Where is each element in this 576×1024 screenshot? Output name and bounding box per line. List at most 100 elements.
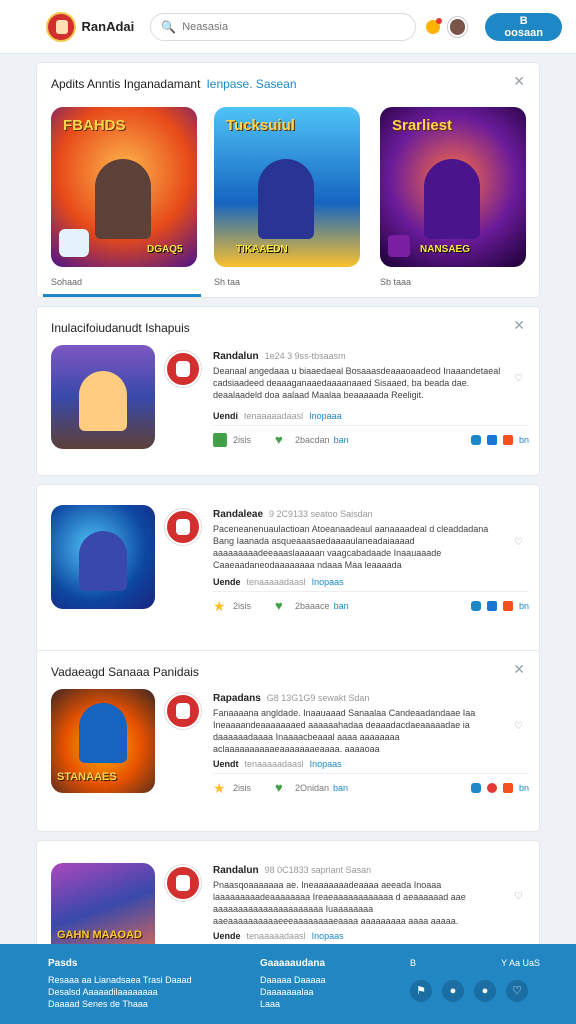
- close-icon[interactable]: ✕: [513, 317, 525, 334]
- shield-icon[interactable]: [470, 783, 481, 793]
- footer-link[interactable]: Laaa: [260, 998, 326, 1010]
- post-tags: Uende tenaaaaadaasl Inopaas: [213, 931, 344, 941]
- close-icon[interactable]: ✕: [513, 661, 525, 678]
- post-body: Paceneanenuaulactioan Atoeanaadeaul aana…: [213, 524, 489, 570]
- post-timestamp: 1e24 3 9ss-tbsaasm: [264, 351, 346, 361]
- thumbnail-title: STANAAES: [57, 771, 117, 783]
- star-icon: ★: [213, 780, 226, 796]
- author-avatar[interactable]: [165, 351, 201, 387]
- star-action[interactable]: ★ 2isis: [213, 781, 251, 795]
- thumbs-up-icon[interactable]: [486, 435, 497, 445]
- chat-icon[interactable]: ●: [474, 980, 496, 1002]
- star-action[interactable]: ★ 2isis: [213, 599, 251, 613]
- post-tags: Uendt tenaaaaadaasl Inopaas: [213, 759, 342, 769]
- post-thumbnail[interactable]: [51, 505, 155, 609]
- heart-icon[interactable]: ♡: [514, 891, 523, 902]
- brand-name[interactable]: RanAdai: [82, 19, 135, 34]
- tags-text: tenaaaaadaasl: [246, 931, 306, 941]
- like-action[interactable]: ♥ 2Onidan ban: [275, 781, 348, 795]
- author-name[interactable]: Rapadans: [213, 693, 261, 704]
- post-meta: Randalun 1e24 3 9ss-tbsaasm: [213, 351, 346, 362]
- author-name[interactable]: Randaleae: [213, 509, 263, 520]
- like-link[interactable]: ban: [333, 783, 348, 793]
- post-thumbnail[interactable]: STANAAES: [51, 689, 155, 793]
- tile-caption: Sb taaa: [380, 277, 412, 287]
- post-body: Fanaaaana angldade. Inaauaaad Sanaalaa C…: [213, 708, 476, 754]
- fire-icon[interactable]: [502, 601, 513, 611]
- footer-social-label: Y Aa UaS: [501, 958, 540, 968]
- heart-icon[interactable]: ♡: [514, 537, 523, 548]
- featured-tile[interactable]: FBAHDS DGAQ5: [51, 107, 197, 267]
- tags-label: Uendt: [213, 759, 239, 769]
- post-meta: Randaleae 9 2C9133 seatoo Saisdan: [213, 509, 373, 520]
- character-art: [79, 703, 127, 763]
- flag-icon[interactable]: ⚑: [410, 980, 432, 1002]
- reaction-group: bn: [465, 783, 529, 793]
- featured-tile[interactable]: Srarliest NANSAEG: [380, 107, 526, 267]
- footer-link[interactable]: Desalsd Aaaaadilaaaaaaaa: [48, 986, 192, 998]
- play-icon: [59, 229, 89, 257]
- like-action[interactable]: ♥ 2baaace ban: [275, 599, 349, 613]
- tile-subtitle: NANSAEG: [420, 244, 471, 255]
- author-name[interactable]: Randalun: [213, 351, 259, 362]
- author-avatar[interactable]: [165, 865, 201, 901]
- search-box[interactable]: 🔍: [150, 12, 416, 41]
- search-input[interactable]: [182, 20, 403, 33]
- like-link[interactable]: ban: [334, 435, 349, 445]
- heart-icon[interactable]: ♡: [506, 980, 528, 1002]
- post-meta: Randalun 98 0C1833 sapriant Sasan: [213, 865, 371, 876]
- close-icon[interactable]: ✕: [513, 73, 525, 90]
- brand-logo[interactable]: [46, 11, 76, 42]
- like-link[interactable]: ban: [334, 601, 349, 611]
- footer-link[interactable]: Daaaaa Daaaaa: [260, 974, 326, 986]
- post-actions: ★ 2isis ♥ 2Onidan ban bn: [213, 781, 529, 796]
- author-name[interactable]: Randalun: [213, 865, 259, 876]
- shield-icon[interactable]: [470, 601, 481, 611]
- tags-link[interactable]: Inopaas: [310, 759, 342, 769]
- star-count: 2isis: [233, 783, 252, 793]
- divider: [213, 425, 529, 426]
- tags-label: Uendi: [213, 411, 239, 421]
- post-actions: 2isis ♥ 2bacdan ban bn: [213, 433, 529, 447]
- shield-icon[interactable]: [470, 435, 481, 445]
- thumbs-up-icon[interactable]: [486, 601, 497, 611]
- user-avatar[interactable]: [447, 16, 468, 37]
- badge-icon: [388, 235, 410, 257]
- fire-icon[interactable]: [502, 783, 513, 793]
- featured-title-accent[interactable]: Ienpase. Sasean: [206, 77, 296, 91]
- heart-icon[interactable]: ♡: [514, 721, 523, 732]
- author-avatar[interactable]: [165, 693, 201, 729]
- footer-column: Pasds Resaaa aa Lianadsaea Trasi Daaad D…: [48, 958, 192, 1010]
- heart-icon: ♥: [275, 432, 283, 447]
- post-thumbnail[interactable]: [51, 345, 155, 449]
- compass-icon[interactable]: ●: [442, 980, 464, 1002]
- tile-caption: Sohaad: [51, 277, 83, 287]
- featured-title-text: Apdits Anntis Inganadamant: [51, 77, 201, 91]
- share-action[interactable]: 2isis: [213, 433, 251, 447]
- footer-link[interactable]: Daaaad Senes de Thaaa: [48, 998, 192, 1010]
- featured-tile[interactable]: Tucksuiul TIKAAEDN: [214, 107, 360, 267]
- footer-heading: Gaaaaaudana: [260, 958, 326, 969]
- footer-link[interactable]: Daaaaaaalaa: [260, 986, 326, 998]
- tags-link[interactable]: Inopaas: [312, 931, 344, 941]
- fire-icon[interactable]: [502, 435, 513, 445]
- header-cta-button[interactable]: B oosaan: [485, 12, 562, 41]
- heart-icon[interactable]: ♡: [514, 373, 523, 384]
- notification-icon[interactable]: [425, 17, 442, 34]
- post-tags: Uende tenaaaaadaasl Inopaas: [213, 577, 344, 587]
- tags-link[interactable]: Inopaaa: [309, 411, 342, 421]
- post-tags: Uendi tenaaaaadaasl Inopaaa: [213, 411, 342, 421]
- reaction-count: bn: [518, 783, 529, 793]
- post-card: GAHN MAAOAD Randalun 98 0C1833 sapriant S…: [36, 840, 540, 967]
- like-count: 2baaace: [295, 601, 330, 611]
- heart-icon[interactable]: [486, 783, 497, 793]
- post-actions: ★ 2isis ♥ 2baaace ban bn: [213, 599, 529, 614]
- reaction-group: bn: [465, 601, 529, 611]
- thumbnail-title: GAHN MAAOAD: [57, 929, 142, 941]
- author-avatar[interactable]: [165, 509, 201, 545]
- like-action[interactable]: ♥ 2bacdan ban: [275, 433, 349, 447]
- tags-text: tenaaaaadaasl: [244, 759, 304, 769]
- divider: [213, 773, 529, 774]
- footer-link[interactable]: Resaaa aa Lianadsaea Trasi Daaad: [48, 974, 192, 986]
- tags-link[interactable]: Inopaas: [312, 577, 344, 587]
